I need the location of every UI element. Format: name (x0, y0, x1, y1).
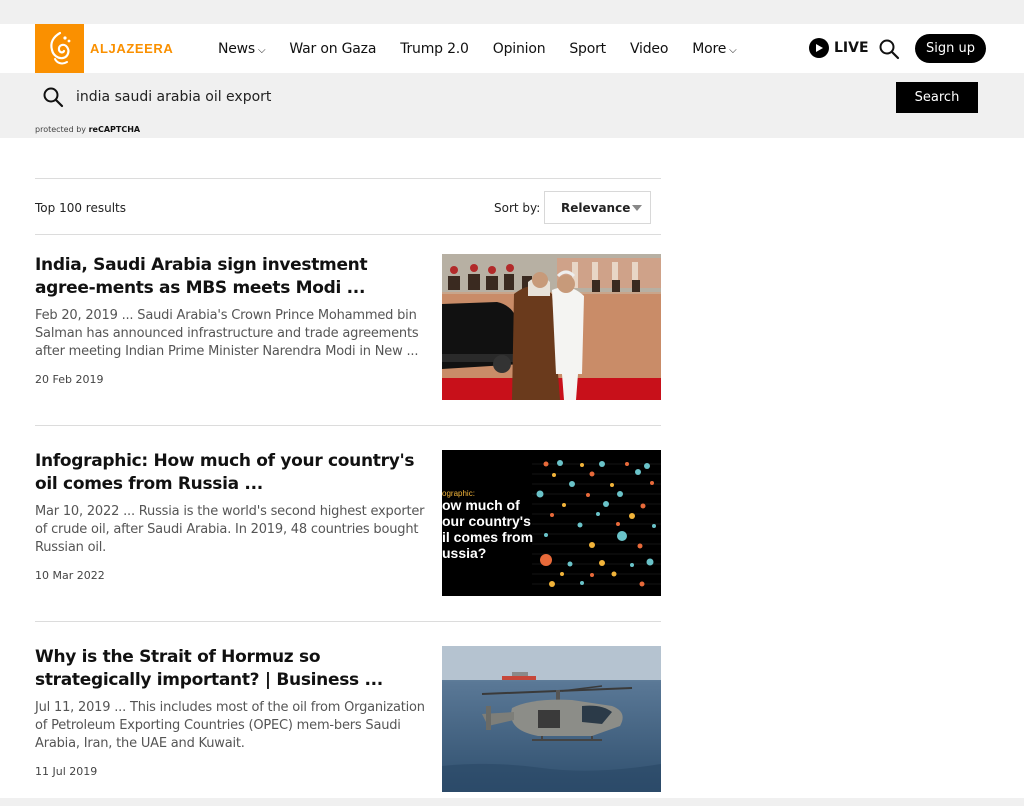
nav-item-sport[interactable]: Sport (569, 41, 606, 57)
divider (35, 234, 661, 235)
nav-label: War on Gaza (289, 40, 377, 57)
results-count: Top 100 results (35, 201, 126, 215)
chevron-down-icon: ⌵ (729, 44, 737, 56)
result-date: 20 Feb 2019 (35, 373, 104, 386)
aljazeera-emblem-icon (49, 31, 70, 64)
result-item: Infographic: How much of your country's … (35, 450, 661, 596)
play-icon (809, 38, 829, 58)
result-title[interactable]: India, Saudi Arabia sign investment agre… (35, 254, 430, 300)
caret-down-icon (632, 205, 642, 211)
infographic-heading-line: il comes from (442, 529, 533, 545)
search-results-panel: Top 100 results Sort by: Relevance India… (0, 138, 1024, 806)
top-strip (0, 0, 1024, 24)
helicopter-photo (442, 646, 661, 792)
infographic-heading-line: our country's (442, 513, 531, 529)
nav-label: More (692, 40, 727, 57)
result-thumbnail[interactable] (442, 646, 661, 792)
nav-label: Sport (569, 40, 606, 57)
divider (35, 425, 661, 426)
result-item: India, Saudi Arabia sign investment agre… (35, 254, 661, 400)
main-nav: News ⌵ War on Gaza Trump 2.0 Opinion Spo… (218, 24, 761, 73)
infographic-heading-line: ow much of (442, 497, 520, 513)
result-item: Why is the Strait of Hormuz so strategic… (35, 646, 661, 792)
result-snippet: Mar 10, 2022 ... Russia is the world's s… (35, 504, 425, 555)
recaptcha-notice: protected by reCAPTCHA (35, 125, 140, 134)
sort-by-label: Sort by: (494, 201, 541, 215)
nav-item-trump[interactable]: Trump 2.0 (400, 41, 469, 57)
result-thumbnail[interactable] (442, 254, 661, 400)
result-date: 10 Mar 2022 (35, 569, 105, 582)
nav-label: Opinion (492, 40, 546, 57)
nav-item-war-on-gaza[interactable]: War on Gaza (289, 41, 376, 57)
result-title[interactable]: Infographic: How much of your country's … (35, 450, 430, 496)
sort-select-value: Relevance (561, 200, 631, 215)
nav-item-video[interactable]: Video (630, 41, 668, 57)
nav-label: Video (629, 40, 669, 57)
aljazeera-logo[interactable] (35, 24, 84, 73)
infographic-image: ographic: ow much of our country's il co… (442, 450, 661, 596)
sign-up-button[interactable]: Sign up (915, 34, 986, 63)
search-icon[interactable] (878, 38, 900, 60)
nav-item-more[interactable]: More ⌵ (692, 40, 737, 57)
bottom-strip (0, 798, 1024, 806)
result-snippet: Feb 20, 2019 ... Saudi Arabia's Crown Pr… (35, 308, 419, 359)
live-label: LIVE (834, 40, 869, 56)
search-button[interactable]: Search (896, 82, 978, 113)
modi-mbs-photo (442, 254, 661, 400)
chevron-down-icon: ⌵ (258, 44, 266, 56)
result-title[interactable]: Why is the Strait of Hormuz so strategic… (35, 646, 430, 692)
result-date: 11 Jul 2019 (35, 765, 98, 778)
recaptcha-brand: reCAPTCHA (88, 125, 141, 134)
infographic-heading-line: ussia? (442, 545, 486, 561)
recaptcha-prefix: protected by (35, 125, 87, 134)
nav-item-opinion[interactable]: Opinion (493, 41, 546, 57)
sort-select[interactable]: Relevance (544, 191, 651, 224)
site-header: ALJAZEERA News ⌵ War on Gaza Trump 2.0 O… (0, 24, 1024, 73)
search-input[interactable] (70, 85, 570, 109)
nav-label: Trump 2.0 (400, 40, 469, 57)
divider (35, 621, 661, 622)
search-icon (43, 87, 64, 108)
divider (35, 178, 661, 179)
result-thumbnail[interactable]: ographic: ow much of our country's il co… (442, 450, 661, 596)
logo-wordmark[interactable]: ALJAZEERA (90, 41, 173, 56)
nav-item-news[interactable]: News ⌵ (218, 40, 266, 57)
search-bar: Search protected by reCAPTCHA (0, 73, 1024, 138)
nav-label: News (218, 40, 256, 57)
result-snippet: Jul 11, 2019 ... This includes most of t… (35, 700, 425, 751)
live-link[interactable]: LIVE (809, 38, 869, 58)
